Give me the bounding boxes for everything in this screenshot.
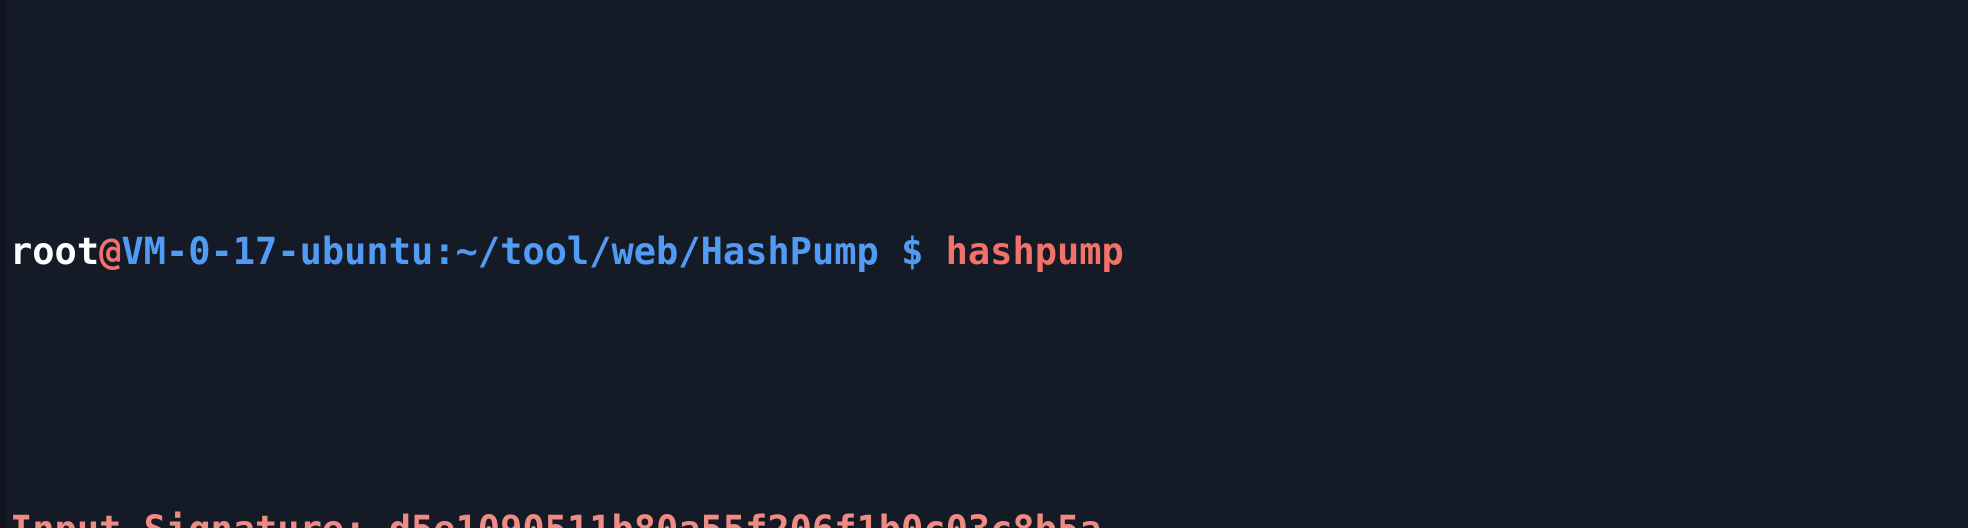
prompt-command-spacer bbox=[923, 230, 945, 273]
prompt-host-path: VM-0-17-ubuntu:~/tool/web/HashPump bbox=[121, 230, 879, 273]
prompt-user: root bbox=[10, 230, 100, 273]
terminal-left-gutter bbox=[0, 0, 6, 528]
prompt-at-symbol: @ bbox=[99, 230, 122, 273]
terminal-screen[interactable]: root@VM-0-17-ubuntu:~/tool/web/HashPump … bbox=[10, 2, 1968, 528]
terminal-line-input-signature: Input Signature: d5e1090511b80a55f206f1b… bbox=[10, 502, 1968, 528]
prompt-symbol-spacer bbox=[879, 230, 901, 273]
prompt-dollar-symbol: $ bbox=[901, 230, 924, 273]
terminal-line-prompt-1: root@VM-0-17-ubuntu:~/tool/web/HashPump … bbox=[10, 224, 1968, 280]
terminal-command-hashpump: hashpump bbox=[945, 230, 1124, 273]
terminal-window[interactable]: root@VM-0-17-ubuntu:~/tool/web/HashPump … bbox=[0, 0, 1968, 528]
